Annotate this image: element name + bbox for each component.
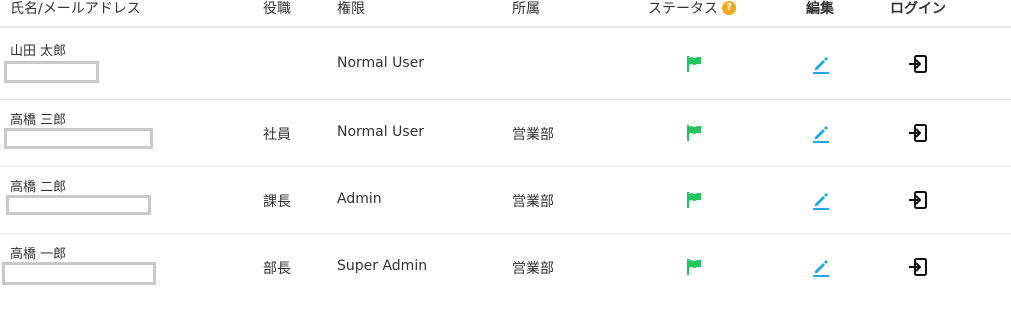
user-position: 社員: [263, 127, 291, 143]
table-header: 氏名/メールアドレス 役職 権限 所属 ステータス? 編集 ログイン: [0, 0, 1011, 28]
edit-icon[interactable]: [811, 54, 831, 74]
header-status: ステータス?: [648, 0, 736, 18]
redacted-email: [2, 262, 156, 285]
table-row: 高橋 二郎 課長 Admin 営業部: [0, 167, 1011, 234]
user-name: 高橋 二郎: [10, 180, 67, 195]
user-table: 氏名/メールアドレス 役職 権限 所属 ステータス? 編集 ログイン 山田 太郎…: [0, 0, 1011, 313]
header-permission: 権限: [337, 1, 365, 17]
user-permission: Normal User: [337, 55, 425, 71]
login-icon[interactable]: [908, 123, 928, 143]
user-department: 営業部: [512, 194, 554, 210]
user-position: 部長: [263, 261, 291, 277]
header-department: 所属: [512, 1, 540, 17]
user-name: 高橋 三郎: [10, 113, 67, 128]
header-name-email: 氏名/メールアドレス: [10, 1, 141, 17]
user-name: 山田 太郎: [10, 44, 67, 59]
flag-icon[interactable]: [684, 190, 704, 210]
flag-icon[interactable]: [684, 54, 704, 74]
redacted-email: [6, 195, 151, 215]
redacted-email: [4, 128, 153, 149]
table-row: 山田 太郎 Normal User: [0, 28, 1011, 100]
edit-icon[interactable]: [811, 190, 831, 210]
header-edit: 編集: [806, 1, 834, 17]
table-row: 高橋 一郎 部長 Super Admin 営業部: [0, 234, 1011, 301]
login-icon[interactable]: [908, 190, 928, 210]
user-name: 高橋 一郎: [10, 247, 67, 262]
redacted-email: [4, 61, 99, 83]
header-login: ログイン: [890, 1, 946, 17]
header-status-label: ステータス: [648, 1, 718, 17]
user-permission: Normal User: [337, 124, 425, 140]
table-row: 高橋 三郎 社員 Normal User 営業部: [0, 100, 1011, 167]
flag-icon[interactable]: [684, 257, 704, 277]
edit-icon[interactable]: [811, 257, 831, 277]
user-permission: Super Admin: [337, 258, 428, 274]
login-icon[interactable]: [908, 54, 928, 74]
user-position: 課長: [263, 194, 291, 210]
login-icon[interactable]: [908, 257, 928, 277]
flag-icon[interactable]: [684, 123, 704, 143]
edit-icon[interactable]: [811, 123, 831, 143]
help-icon[interactable]: ?: [722, 1, 736, 15]
header-position: 役職: [263, 1, 291, 17]
user-department: 営業部: [512, 261, 554, 277]
user-permission: Admin: [337, 191, 382, 207]
user-department: 営業部: [512, 127, 554, 143]
